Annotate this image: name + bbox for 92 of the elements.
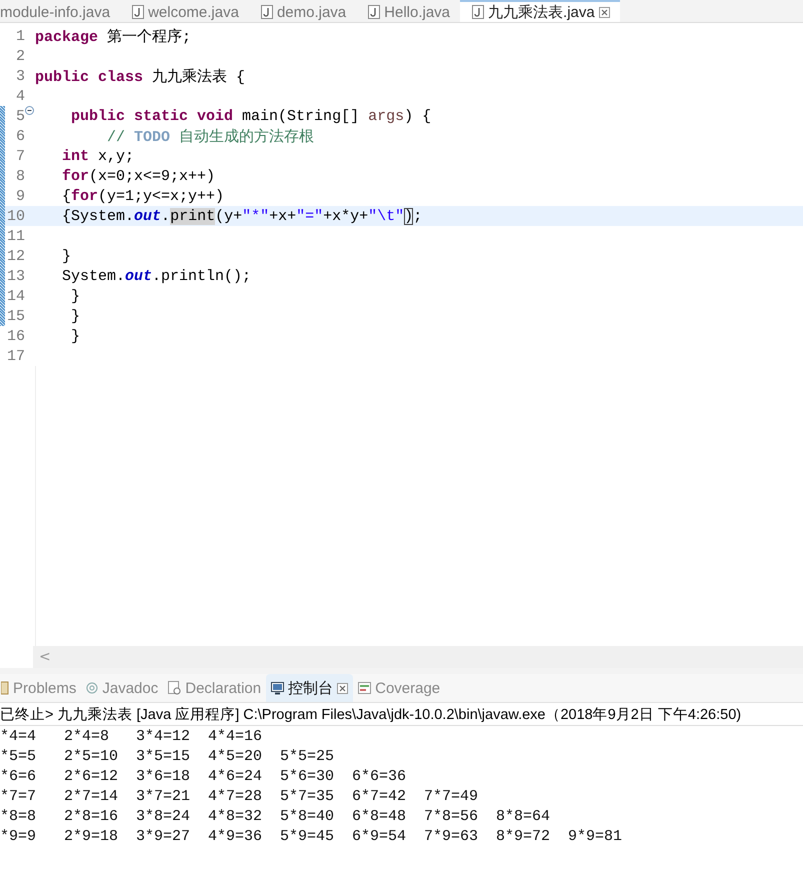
console-output: 4*5=20 bbox=[208, 748, 264, 764]
panel-tab[interactable]: 控制台 bbox=[266, 674, 354, 702]
console-output: 2*4=8 bbox=[64, 728, 110, 744]
code-line: } bbox=[70, 288, 80, 304]
console-output: 3*4=12 bbox=[136, 728, 192, 744]
panel-tab[interactable]: Javadoc bbox=[81, 674, 164, 702]
horizontal-scrollbar[interactable]: < bbox=[33, 646, 803, 668]
console-output: 2*8=16 bbox=[64, 808, 120, 824]
code-line: int x,y; bbox=[61, 148, 134, 164]
console-output: 3*6=18 bbox=[136, 768, 192, 784]
console-output: *7=7 bbox=[0, 788, 38, 804]
editor-tab[interactable]: welcome.java bbox=[120, 0, 249, 22]
console-output: 2*9=18 bbox=[64, 828, 120, 844]
console-output: *4=4 bbox=[0, 728, 38, 744]
line-number: 7 bbox=[14, 148, 25, 164]
code-line: for(x=0;x<=9;x++) bbox=[61, 168, 216, 184]
java-file-icon bbox=[132, 5, 144, 19]
console-output: 9*9=81 bbox=[568, 828, 624, 844]
panel-tab[interactable]: Declaration bbox=[163, 674, 266, 702]
code-line: System.out.println(); bbox=[61, 268, 252, 284]
line-number: 9 bbox=[14, 188, 25, 204]
editor-tab[interactable]: 九九乘法表.java bbox=[460, 0, 620, 22]
console-output: *9=9 bbox=[0, 828, 38, 844]
console-output: 3*7=21 bbox=[136, 788, 192, 804]
console-output: 3*5=15 bbox=[136, 748, 192, 764]
monitor-icon bbox=[271, 682, 284, 694]
console-output: 2*7=14 bbox=[64, 788, 120, 804]
bar-chart-icon bbox=[358, 682, 372, 694]
code-line: public static void main(String[] args) { bbox=[70, 108, 432, 124]
console-output: *6=6 bbox=[0, 768, 38, 784]
console-output: 5*9=45 bbox=[280, 828, 336, 844]
panel-tab[interactable]: Coverage bbox=[353, 674, 446, 702]
console-output: 2*6=12 bbox=[64, 768, 120, 784]
console-output: 4*7=28 bbox=[208, 788, 264, 804]
line-number: 15 bbox=[6, 308, 25, 324]
scroll-left-arrow[interactable]: < bbox=[39, 649, 51, 665]
java-file-icon bbox=[368, 5, 380, 19]
editor-tab[interactable]: demo.java bbox=[248, 0, 356, 22]
console-output: 8*8=64 bbox=[496, 808, 552, 824]
line-number: 1 bbox=[14, 28, 25, 44]
line-number: 2 bbox=[14, 48, 25, 64]
console-output: 6*9=54 bbox=[352, 828, 408, 844]
close-icon[interactable] bbox=[337, 682, 348, 694]
console-output: 7*7=49 bbox=[424, 788, 480, 804]
console-output: 7*8=56 bbox=[424, 808, 480, 824]
console-output: 4*8=32 bbox=[208, 808, 264, 824]
console-output: 8*9=72 bbox=[496, 828, 552, 844]
code-line: public class 九九乘法表 { bbox=[35, 68, 246, 86]
console-output: 5*7=35 bbox=[280, 788, 336, 804]
code-line: } bbox=[70, 328, 80, 344]
line-number: 8 bbox=[14, 168, 25, 184]
console-output: 3*9=27 bbox=[136, 828, 192, 844]
editor-tab[interactable]: module-info.java bbox=[0, 0, 120, 22]
console-output: *8=8 bbox=[0, 808, 38, 824]
console-output: 4*4=16 bbox=[208, 728, 264, 744]
line-number: 12 bbox=[6, 248, 25, 264]
document-icon bbox=[168, 681, 182, 695]
console-output: 4*6=24 bbox=[208, 768, 264, 784]
line-number: 5 bbox=[14, 108, 25, 124]
line-number: 10 bbox=[6, 208, 25, 224]
line-number: 3 bbox=[14, 68, 25, 84]
java-file-icon bbox=[260, 5, 273, 19]
console-output: 6*8=48 bbox=[352, 808, 408, 824]
code-line: package 第一个程序; bbox=[35, 27, 192, 46]
line-number: 6 bbox=[14, 128, 25, 144]
console-header: 已终止> 九九乘法表 [Java 应用程序] C:\Program Files\Java\jdk-10.0.2\bin\javaw.exe（2018年9月2日 下午4:26:50) bbox=[0, 703, 803, 726]
line-number: 16 bbox=[6, 328, 25, 344]
java-file-icon bbox=[472, 5, 484, 19]
line-number: 11 bbox=[6, 228, 25, 244]
console-output: 6*6=36 bbox=[352, 768, 408, 784]
line-number: 17 bbox=[6, 348, 25, 364]
console-output: 5*6=30 bbox=[280, 768, 336, 784]
console-output: 5*8=40 bbox=[280, 808, 336, 824]
console-output: 3*8=24 bbox=[136, 808, 192, 824]
console-output: 6*7=42 bbox=[352, 788, 408, 804]
panel-tab[interactable]: Problems bbox=[0, 674, 82, 702]
console-output: 7*9=63 bbox=[424, 828, 480, 844]
code-line: {for(y=1;y<=x;y++) bbox=[61, 188, 224, 204]
code-line: // TODO 自动生成的方法存根 bbox=[106, 127, 314, 146]
line-number: 13 bbox=[6, 268, 25, 284]
console-output: 4*9=36 bbox=[208, 828, 264, 844]
close-icon[interactable] bbox=[598, 6, 610, 18]
code-line: } bbox=[70, 308, 80, 324]
code-line: {System.out.print(y+"*"+x+"="+x*y+"\t"); bbox=[61, 208, 422, 224]
editor-tab[interactable]: Hello.java bbox=[356, 0, 460, 22]
code-line: } bbox=[61, 248, 72, 264]
console-output: 2*5=10 bbox=[64, 748, 120, 764]
console-output: *5=5 bbox=[0, 748, 38, 764]
console-output: 5*5=25 bbox=[280, 748, 336, 764]
line-number: 14 bbox=[6, 288, 25, 304]
line-number: 4 bbox=[14, 88, 25, 104]
collapse-icon[interactable] bbox=[25, 106, 34, 115]
